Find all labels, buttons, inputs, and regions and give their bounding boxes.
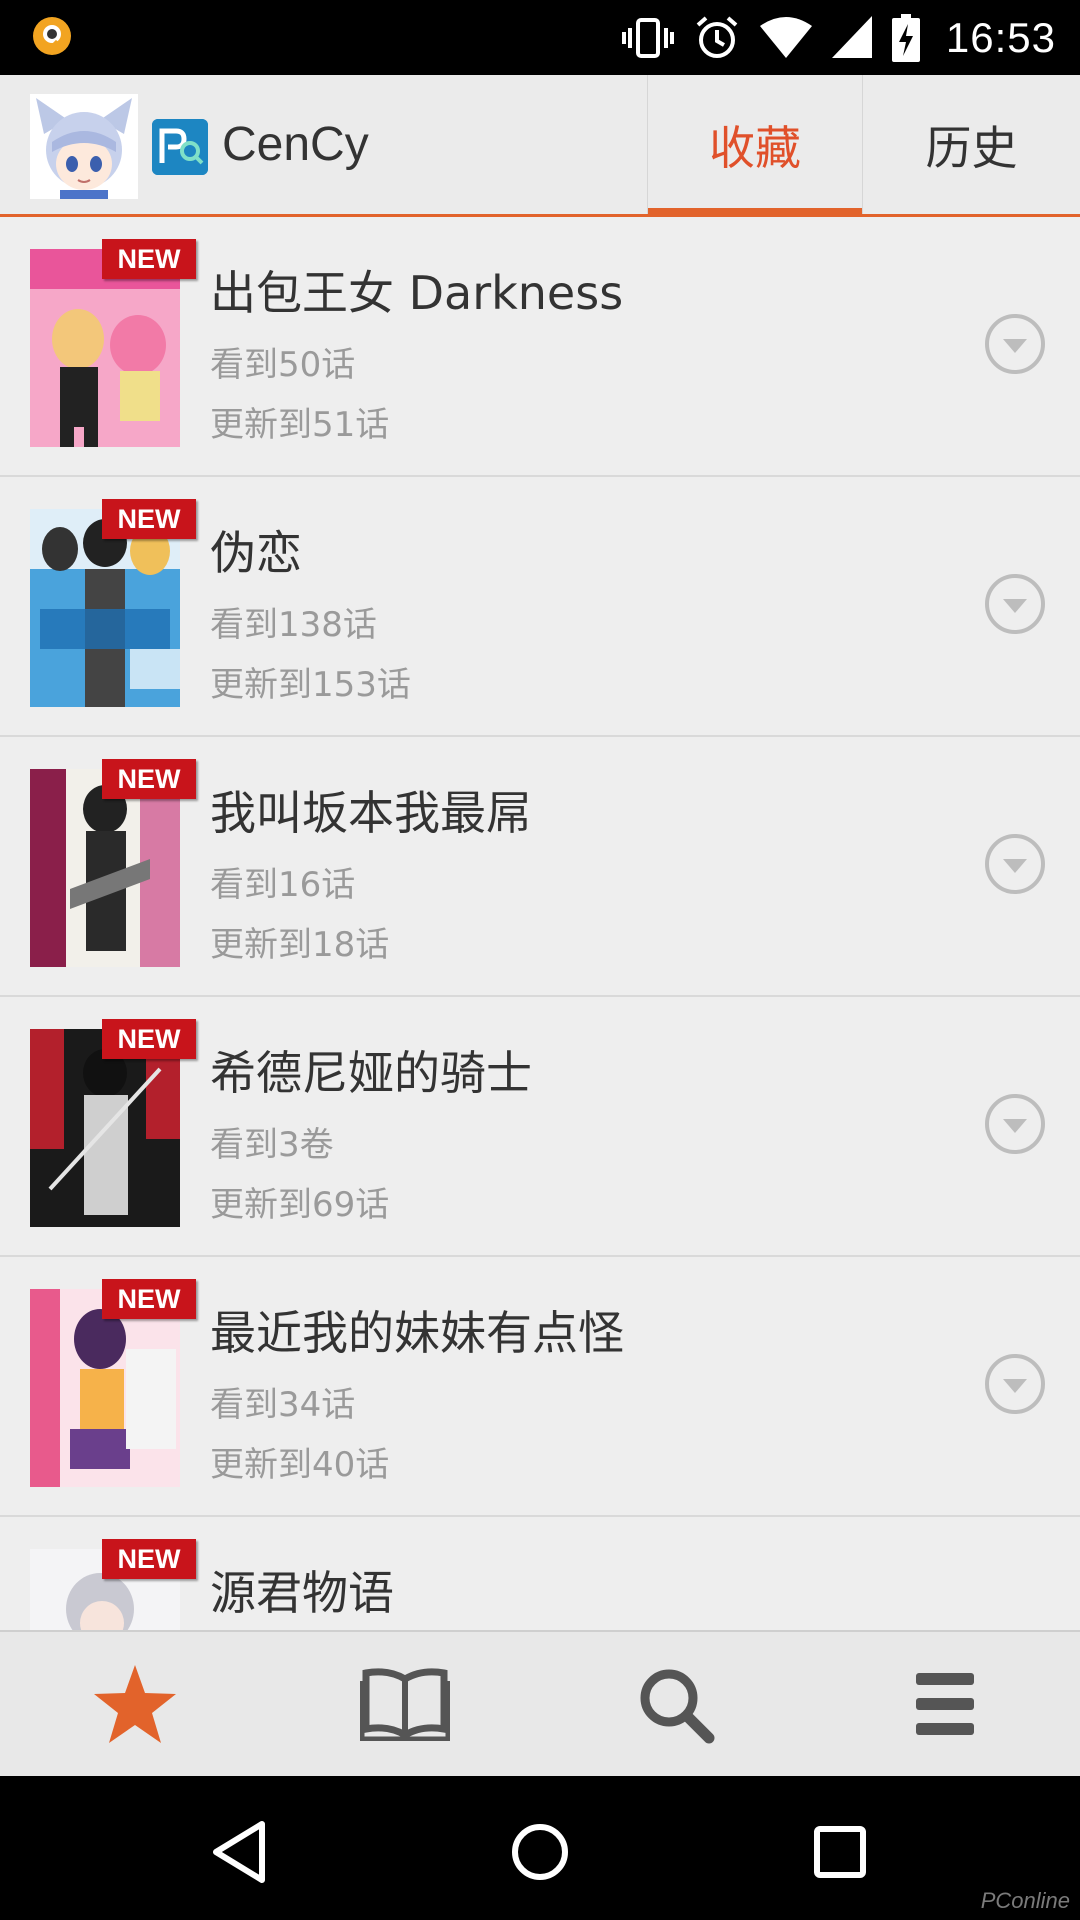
- app-notification-icon: [33, 17, 71, 55]
- read-progress: 看到34话: [210, 1385, 356, 1425]
- expand-chevron-icon[interactable]: [984, 313, 1046, 375]
- app-title: CenCy: [222, 118, 369, 171]
- list-item[interactable]: NEW 我叫坂本我最屌 看到16话 更新到18话: [0, 737, 1080, 997]
- system-navigation-bar: PConline: [0, 1776, 1080, 1920]
- update-status: 更新到69话: [210, 1185, 390, 1225]
- wifi-icon: [759, 17, 812, 58]
- app-header: CenCy 收藏 历史: [0, 75, 1080, 217]
- status-time: 16:53: [945, 14, 1056, 61]
- avatar[interactable]: [30, 94, 138, 199]
- manga-title: 我叫坂本我最屌: [210, 786, 532, 840]
- watermark: PConline: [980, 1888, 1070, 1913]
- recents-button[interactable]: [800, 1812, 880, 1892]
- star-icon: [94, 1665, 176, 1743]
- read-progress: 看到3卷: [210, 1125, 334, 1165]
- nav-favorites-button[interactable]: [0, 1632, 270, 1776]
- read-progress: 看到16话: [210, 865, 356, 905]
- bottom-navigation: [0, 1630, 1080, 1776]
- new-badge: NEW: [102, 759, 196, 799]
- back-icon: [213, 1821, 265, 1883]
- app-logo-icon: [152, 119, 208, 175]
- expand-chevron-icon[interactable]: [984, 1093, 1046, 1155]
- new-badge: NEW: [102, 239, 196, 279]
- expand-chevron-icon[interactable]: [984, 573, 1046, 635]
- read-progress: 看到138话: [210, 605, 377, 645]
- battery-charging-icon: [891, 14, 920, 62]
- menu-icon: [916, 1673, 974, 1735]
- new-badge: NEW: [102, 1279, 196, 1319]
- tab-history-label: 历史: [925, 120, 1018, 175]
- list-item[interactable]: NEW 希德尼娅的骑士 看到3卷 更新到69话: [0, 997, 1080, 1257]
- nav-search-button[interactable]: [540, 1632, 810, 1776]
- book-icon: [360, 1668, 450, 1741]
- manga-title: 伪恋: [210, 526, 302, 580]
- new-badge: NEW: [102, 1539, 196, 1579]
- update-status: 更新到18话: [210, 925, 390, 965]
- list-item[interactable]: NEW 最近我的妹妹有点怪 看到34话 更新到40话: [0, 1257, 1080, 1517]
- expand-chevron-icon[interactable]: [984, 833, 1046, 895]
- home-icon: [512, 1824, 568, 1880]
- home-button[interactable]: [500, 1812, 580, 1892]
- status-bar: 16:53: [0, 0, 1080, 75]
- tab-favorites[interactable]: 收藏: [647, 75, 862, 217]
- nav-library-button[interactable]: [270, 1632, 540, 1776]
- recents-icon: [814, 1826, 866, 1878]
- alarm-icon: [696, 16, 738, 58]
- new-badge: NEW: [102, 499, 196, 539]
- list-item[interactable]: NEW 伪恋 看到138话 更新到153话: [0, 477, 1080, 737]
- manga-title: 希德尼娅的骑士: [210, 1046, 532, 1100]
- manga-title: 最近我的妹妹有点怪: [210, 1306, 624, 1360]
- list-item[interactable]: NEW 出包王女 Darkness 看到50话 更新到51话: [0, 217, 1080, 477]
- manga-title: 源君物语: [210, 1566, 394, 1620]
- tab-history[interactable]: 历史: [862, 75, 1080, 214]
- list-item[interactable]: NEW 源君物语: [0, 1517, 1080, 1630]
- update-status: 更新到153话: [210, 665, 411, 705]
- vibrate-icon: [621, 18, 674, 58]
- back-button[interactable]: [200, 1812, 280, 1892]
- expand-chevron-icon[interactable]: [984, 1353, 1046, 1415]
- avatar-image: [30, 94, 138, 199]
- nav-menu-button[interactable]: [810, 1632, 1080, 1776]
- update-status: 更新到51话: [210, 405, 390, 445]
- read-progress: 看到50话: [210, 345, 356, 385]
- manga-title: 出包王女 Darkness: [210, 266, 624, 320]
- search-icon: [640, 1669, 715, 1744]
- cell-signal-icon: [831, 16, 872, 58]
- new-badge: NEW: [102, 1019, 196, 1059]
- manga-list: NEW 出包王女 Darkness 看到50话 更新到51话 NEW 伪恋 看到…: [0, 217, 1080, 1630]
- update-status: 更新到40话: [210, 1445, 390, 1485]
- tab-favorites-label: 收藏: [709, 120, 801, 175]
